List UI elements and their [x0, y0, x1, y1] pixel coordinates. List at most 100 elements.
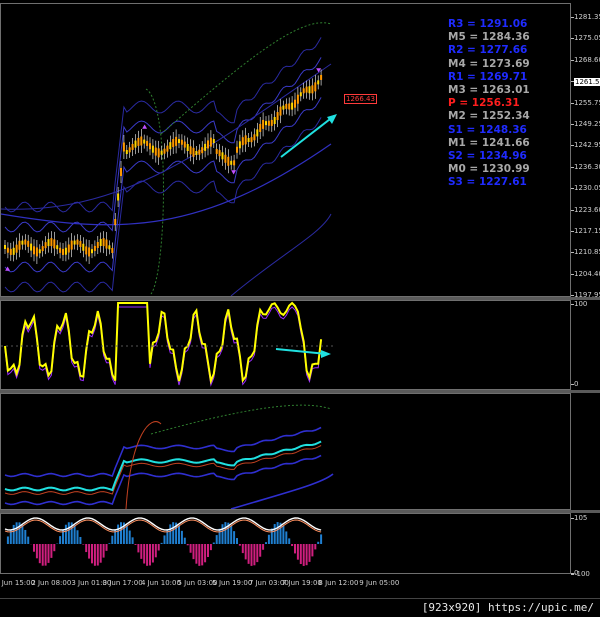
- band-curve-line: [126, 422, 161, 509]
- price-chart-pane[interactable]: ⯅ ⯅ ⯆ ⯆ 1266.43 R3 = 1291.06M5 = 1284.36…: [0, 3, 571, 297]
- candle-body: [30, 244, 32, 251]
- candle-body: [77, 240, 79, 245]
- histogram-bar-negative: [242, 544, 244, 553]
- candle-body: [74, 241, 76, 245]
- candle-body: [21, 241, 23, 245]
- histogram-bar-negative: [193, 544, 195, 559]
- histogram-bar-negative: [303, 544, 305, 566]
- time-axis-label: 7 Jun 19:00: [282, 579, 322, 587]
- candle-body: [161, 151, 163, 155]
- candle-body: [79, 241, 81, 247]
- histogram-bar-positive: [27, 537, 29, 544]
- candle-body: [48, 239, 50, 246]
- histogram-bar-negative: [88, 544, 90, 559]
- price-axis-tick: 1281.35: [574, 13, 600, 21]
- candle-body: [187, 144, 189, 151]
- histogram-bar-negative: [103, 544, 105, 558]
- price-axis: 1281.351275.051268.601262.301255.751249.…: [571, 3, 600, 297]
- stoch-axis-min: 0: [574, 380, 578, 388]
- time-axis-label: 8 Jun 12:00: [318, 579, 358, 587]
- moving-average-line: [1, 64, 331, 209]
- candle-body: [45, 242, 47, 248]
- candle-body: [36, 247, 38, 256]
- histogram-bar-positive: [320, 534, 322, 544]
- candle-body: [82, 244, 84, 251]
- candle-body: [291, 103, 293, 110]
- histogram-bar-positive: [117, 525, 119, 544]
- histogram-bar-negative: [33, 544, 35, 552]
- dotted-band-line: [146, 89, 164, 294]
- histogram-bar-negative: [155, 544, 157, 557]
- candle-body: [300, 92, 302, 96]
- histogram-bar-negative: [253, 544, 255, 565]
- candle-body: [4, 245, 6, 249]
- pivot-level-label: M0 = 1230.99: [448, 163, 532, 176]
- histogram-bar-negative: [158, 544, 160, 550]
- pivot-level-label: M1 = 1241.66: [448, 137, 532, 150]
- pivot-level-label: M4 = 1273.69: [448, 58, 532, 71]
- histogram-bar-positive: [219, 529, 221, 544]
- histogram-bar-negative: [201, 544, 203, 565]
- histogram-bar-positive: [65, 525, 67, 544]
- time-axis-label: Jun 15:00: [2, 579, 35, 587]
- candle-body: [219, 150, 221, 156]
- histogram-bar-negative: [195, 544, 197, 564]
- histogram-bar-negative: [135, 544, 137, 545]
- candle-body: [306, 87, 308, 93]
- candle-body: [172, 139, 174, 147]
- candle-body: [175, 137, 177, 146]
- candle-body: [288, 103, 290, 109]
- candle-body: [277, 112, 279, 120]
- histogram-pane[interactable]: [0, 513, 571, 574]
- candle-body: [114, 219, 116, 225]
- candle-body: [166, 146, 168, 152]
- candle-body: [251, 137, 253, 142]
- histogram-bar-positive: [7, 536, 9, 544]
- candle-body: [143, 140, 145, 144]
- candle-body: [149, 143, 151, 149]
- candle-body: [158, 148, 160, 157]
- pivot-level-label: M2 = 1252.34: [448, 110, 532, 123]
- histogram-bar-negative: [198, 544, 200, 566]
- price-axis-tick: 1275.05: [574, 34, 600, 42]
- candle-body: [126, 150, 128, 154]
- histogram-bar-positive: [129, 531, 131, 544]
- candle-body: [207, 140, 209, 148]
- pivot-level-label: S3 = 1227.61: [448, 176, 532, 189]
- candle-body: [120, 168, 122, 176]
- candle-body: [164, 149, 166, 154]
- histogram-bar-positive: [16, 522, 18, 544]
- candle-body: [285, 104, 287, 109]
- candle-body: [184, 142, 186, 148]
- histogram-bar-positive: [216, 535, 218, 544]
- histogram-bar-negative: [294, 544, 296, 553]
- candle-body: [117, 194, 119, 201]
- candle-body: [280, 107, 282, 116]
- price-axis-tick: 1230.05: [574, 184, 600, 192]
- histogram-bar-negative: [204, 544, 206, 562]
- histogram-bar-positive: [317, 542, 319, 544]
- histogram-bar-negative: [245, 544, 247, 559]
- stochastic-pane[interactable]: [0, 300, 571, 390]
- histogram-bar-negative: [248, 544, 250, 564]
- bands-indicator-pane[interactable]: [0, 393, 571, 510]
- candle-body: [181, 140, 183, 145]
- candle-body: [42, 246, 44, 251]
- histogram-bar-negative: [210, 544, 212, 550]
- pivot-levels: R3 = 1291.06M5 = 1284.36R2 = 1277.66M4 =…: [448, 18, 532, 190]
- histogram-bar-positive: [233, 531, 235, 544]
- candle-body: [274, 117, 276, 124]
- fractal-down-marker: ⯆: [230, 169, 237, 179]
- histogram-bar-negative: [311, 544, 313, 556]
- price-axis-tick: 1242.95: [574, 141, 600, 149]
- price-axis-tick: 1217.15: [574, 227, 600, 235]
- candle-body: [303, 88, 305, 93]
- histogram-bar-negative: [190, 544, 192, 553]
- pivot-level-label: R3 = 1291.06: [448, 18, 532, 31]
- histogram-bar-positive: [120, 522, 122, 544]
- price-envelope-line: [5, 97, 321, 272]
- histogram-bar-negative: [91, 544, 93, 563]
- histogram-bar-positive: [21, 525, 23, 544]
- histogram-bar-negative: [251, 544, 253, 566]
- histogram-bar-positive: [74, 525, 76, 544]
